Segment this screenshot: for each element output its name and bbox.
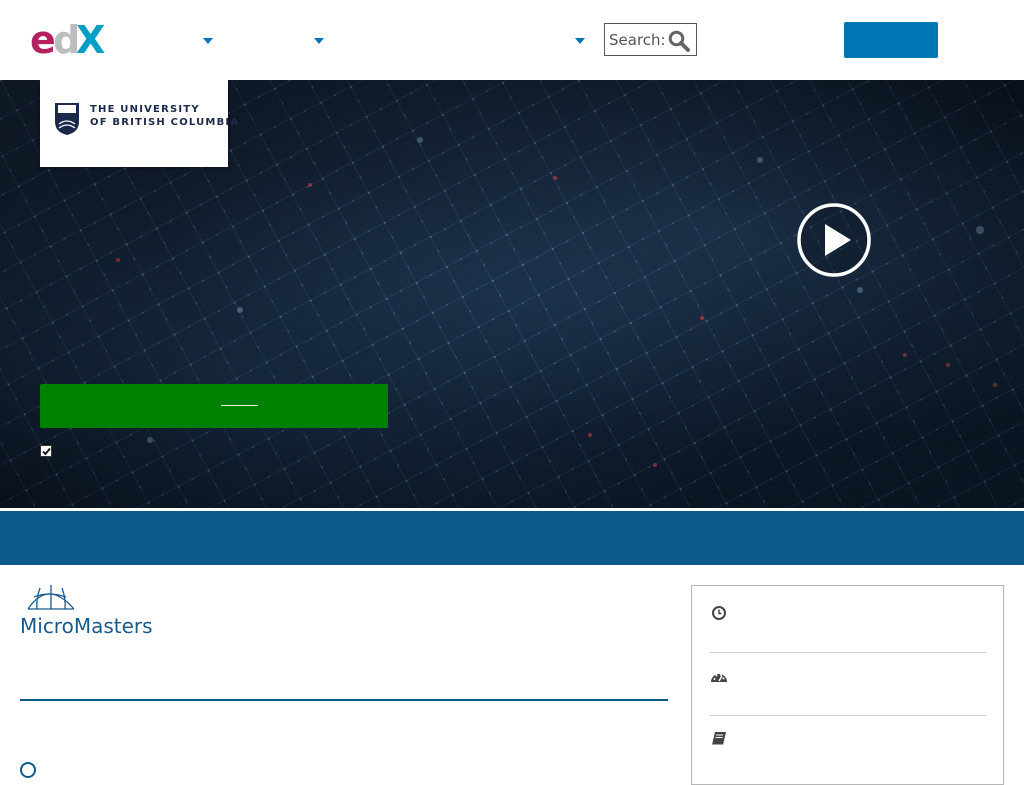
nav-dropdown-caret-2[interactable]	[314, 38, 324, 44]
micromasters-logo: MicroMasters	[20, 585, 153, 637]
clock-icon	[712, 606, 726, 620]
register-button[interactable]	[844, 22, 938, 58]
enroll-button[interactable]	[40, 384, 388, 428]
edx-logo[interactable]: e d X	[30, 18, 108, 60]
info-row-divider	[710, 652, 986, 653]
hero-banner: THE UNIVERSITY OF BRITISH COLUMBIA	[0, 80, 1024, 508]
nav-dropdown-caret-3[interactable]	[575, 38, 585, 44]
partner-name: THE UNIVERSITY OF BRITISH COLUMBIA	[90, 104, 240, 128]
info-row-divider	[710, 715, 986, 716]
program-banner	[0, 508, 1024, 565]
book-icon	[712, 732, 726, 746]
checkmark-icon	[42, 447, 51, 456]
search-input[interactable]	[609, 29, 667, 51]
partner-logo[interactable]: THE UNIVERSITY OF BRITISH COLUMBIA	[40, 80, 238, 167]
program-info-panel	[691, 585, 1004, 785]
play-circle-icon[interactable]	[797, 203, 871, 277]
svg-text:MicroMasters: MicroMasters	[20, 614, 153, 637]
svg-text:X: X	[76, 18, 105, 60]
info-circle-icon	[20, 762, 36, 778]
site-header: e d X	[0, 0, 1024, 80]
nav-dropdown-caret-1[interactable]	[203, 38, 213, 44]
section-divider	[20, 699, 668, 701]
svg-text:e: e	[30, 18, 56, 60]
search-box	[604, 23, 697, 56]
gauge-icon	[711, 674, 727, 682]
globe-icon	[27, 585, 75, 610]
enroll-button-label	[221, 405, 258, 406]
email-optin-checkbox[interactable]	[40, 445, 52, 457]
ubc-crest-icon	[55, 103, 79, 135]
search-icon[interactable]	[668, 30, 690, 52]
